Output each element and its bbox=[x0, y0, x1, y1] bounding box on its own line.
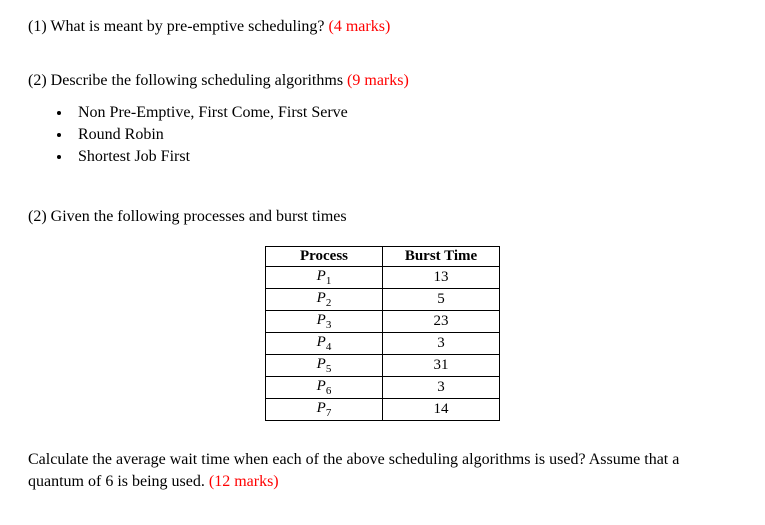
table-header-row: Process Burst Time bbox=[266, 247, 500, 267]
process-letter: P bbox=[317, 334, 326, 350]
list-item: Shortest Job First bbox=[72, 146, 737, 168]
table-row: P5 31 bbox=[266, 355, 500, 377]
list-item: Round Robin bbox=[72, 124, 737, 146]
process-letter: P bbox=[317, 378, 326, 394]
q2-marks: (9 marks) bbox=[347, 72, 409, 89]
list-item: Non Pre-Emptive, First Come, First Serve bbox=[72, 102, 737, 124]
process-index: 2 bbox=[326, 297, 332, 309]
question-1: (1) What is meant by pre-emptive schedul… bbox=[28, 18, 737, 36]
table-row: P2 5 bbox=[266, 289, 500, 311]
q3-text: Given the following processes and burst … bbox=[51, 208, 347, 225]
cell-process: P1 bbox=[266, 267, 383, 289]
cell-burst: 23 bbox=[383, 311, 500, 333]
process-index: 6 bbox=[326, 385, 332, 397]
table-row: P3 23 bbox=[266, 311, 500, 333]
final-marks: (12 marks) bbox=[209, 473, 279, 490]
process-index: 1 bbox=[326, 275, 332, 287]
final-text: Calculate the average wait time when eac… bbox=[28, 451, 679, 490]
process-index: 5 bbox=[326, 363, 332, 375]
question-3: (2) Given the following processes and bu… bbox=[28, 208, 737, 226]
cell-process: P7 bbox=[266, 399, 383, 421]
process-index: 4 bbox=[326, 341, 332, 353]
cell-burst: 31 bbox=[383, 355, 500, 377]
process-letter: P bbox=[317, 356, 326, 372]
algorithm-list: Non Pre-Emptive, First Come, First Serve… bbox=[28, 102, 737, 168]
cell-process: P3 bbox=[266, 311, 383, 333]
q2-text: Describe the following scheduling algori… bbox=[51, 72, 347, 89]
process-letter: P bbox=[317, 290, 326, 306]
header-process: Process bbox=[266, 247, 383, 267]
process-letter: P bbox=[317, 268, 326, 284]
q1-text: What is meant by pre-emptive scheduling? bbox=[50, 18, 328, 35]
list-item-text: Shortest Job First bbox=[78, 148, 190, 165]
q2-prefix: (2) bbox=[28, 72, 51, 89]
list-item-text: Round Robin bbox=[78, 126, 164, 143]
process-letter: P bbox=[317, 312, 326, 328]
question-2: (2) Describe the following scheduling al… bbox=[28, 72, 737, 90]
process-burst-table: Process Burst Time P1 13 P2 5 P3 23 P4 3… bbox=[265, 246, 500, 421]
cell-process: P2 bbox=[266, 289, 383, 311]
cell-process: P5 bbox=[266, 355, 383, 377]
cell-burst: 5 bbox=[383, 289, 500, 311]
cell-burst: 3 bbox=[383, 377, 500, 399]
cell-burst: 14 bbox=[383, 399, 500, 421]
process-letter: P bbox=[317, 400, 326, 416]
table-row: P1 13 bbox=[266, 267, 500, 289]
table-row: P6 3 bbox=[266, 377, 500, 399]
q1-marks: (4 marks) bbox=[329, 18, 391, 35]
q3-prefix: (2) bbox=[28, 208, 51, 225]
table-row: P4 3 bbox=[266, 333, 500, 355]
cell-process: P4 bbox=[266, 333, 383, 355]
process-index: 7 bbox=[326, 407, 332, 419]
process-index: 3 bbox=[326, 319, 332, 331]
q1-prefix: (1) bbox=[28, 18, 50, 35]
cell-process: P6 bbox=[266, 377, 383, 399]
final-instruction: Calculate the average wait time when eac… bbox=[28, 449, 737, 494]
cell-burst: 13 bbox=[383, 267, 500, 289]
list-item-text: Non Pre-Emptive, First Come, First Serve bbox=[78, 104, 348, 121]
cell-burst: 3 bbox=[383, 333, 500, 355]
table-row: P7 14 bbox=[266, 399, 500, 421]
header-burst-time: Burst Time bbox=[383, 247, 500, 267]
